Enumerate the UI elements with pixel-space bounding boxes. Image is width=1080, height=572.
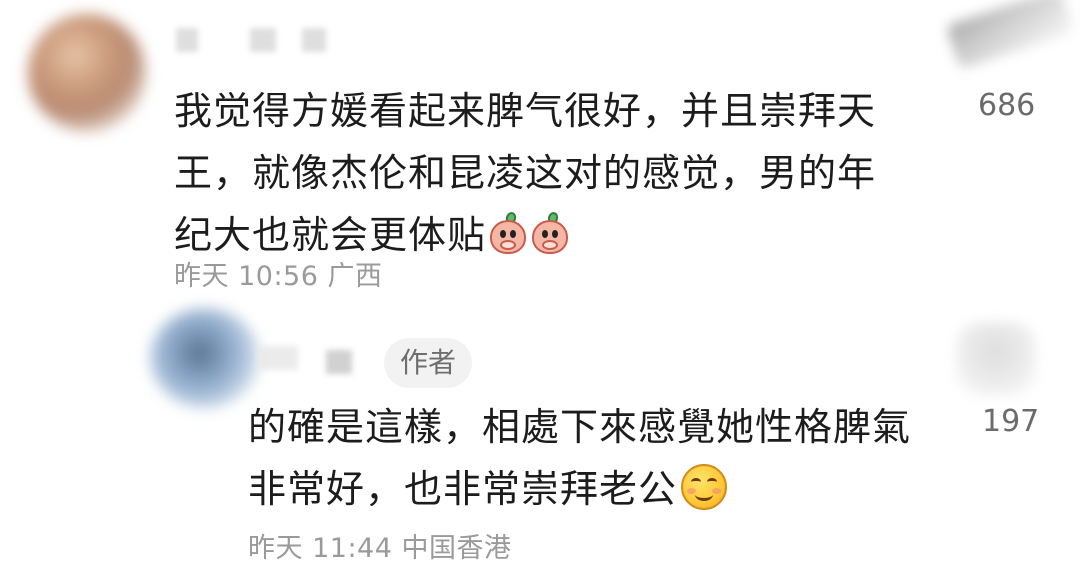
avatar[interactable] bbox=[28, 14, 146, 132]
like-icon[interactable] bbox=[956, 322, 1036, 396]
comment-meta: 昨天 10:56 广西 bbox=[174, 261, 383, 292]
username-redacted[interactable] bbox=[302, 28, 326, 52]
comment-text[interactable]: 我觉得方媛看起来脾气很好，并且崇拜天王，就像杰伦和昆凌这对的感觉，男的年纪大也就… bbox=[174, 80, 894, 266]
username-redacted[interactable] bbox=[250, 28, 276, 52]
peach-face-emoji bbox=[530, 210, 570, 256]
like-count[interactable]: 686 bbox=[978, 88, 1035, 123]
smiling-face-emoji bbox=[681, 464, 728, 510]
peach-face-emoji bbox=[488, 210, 528, 256]
username-redacted[interactable] bbox=[258, 346, 298, 370]
avatar[interactable] bbox=[150, 308, 260, 408]
username-redacted[interactable] bbox=[176, 28, 198, 52]
comment-text-body: 的確是這樣，相處下來感覺她性格脾氣非常好，也非常崇拜老公 bbox=[248, 405, 912, 511]
comment-meta: 昨天 11:44 中国香港 bbox=[248, 533, 512, 564]
author-badge: 作者 bbox=[384, 338, 473, 388]
like-icon[interactable] bbox=[945, 0, 1075, 70]
reply-comment: 作者 的確是這樣，相處下來感覺她性格脾氣非常好，也非常崇拜老公 昨天 11:44… bbox=[0, 300, 1080, 572]
like-count[interactable]: 197 bbox=[982, 404, 1039, 439]
comment: 我觉得方媛看起来脾气很好，并且崇拜天王，就像杰伦和昆凌这对的感觉，男的年纪大也就… bbox=[0, 0, 1080, 300]
comment-text[interactable]: 的確是這樣，相處下來感覺她性格脾氣非常好，也非常崇拜老公 bbox=[248, 396, 948, 520]
username-redacted[interactable] bbox=[326, 350, 352, 374]
